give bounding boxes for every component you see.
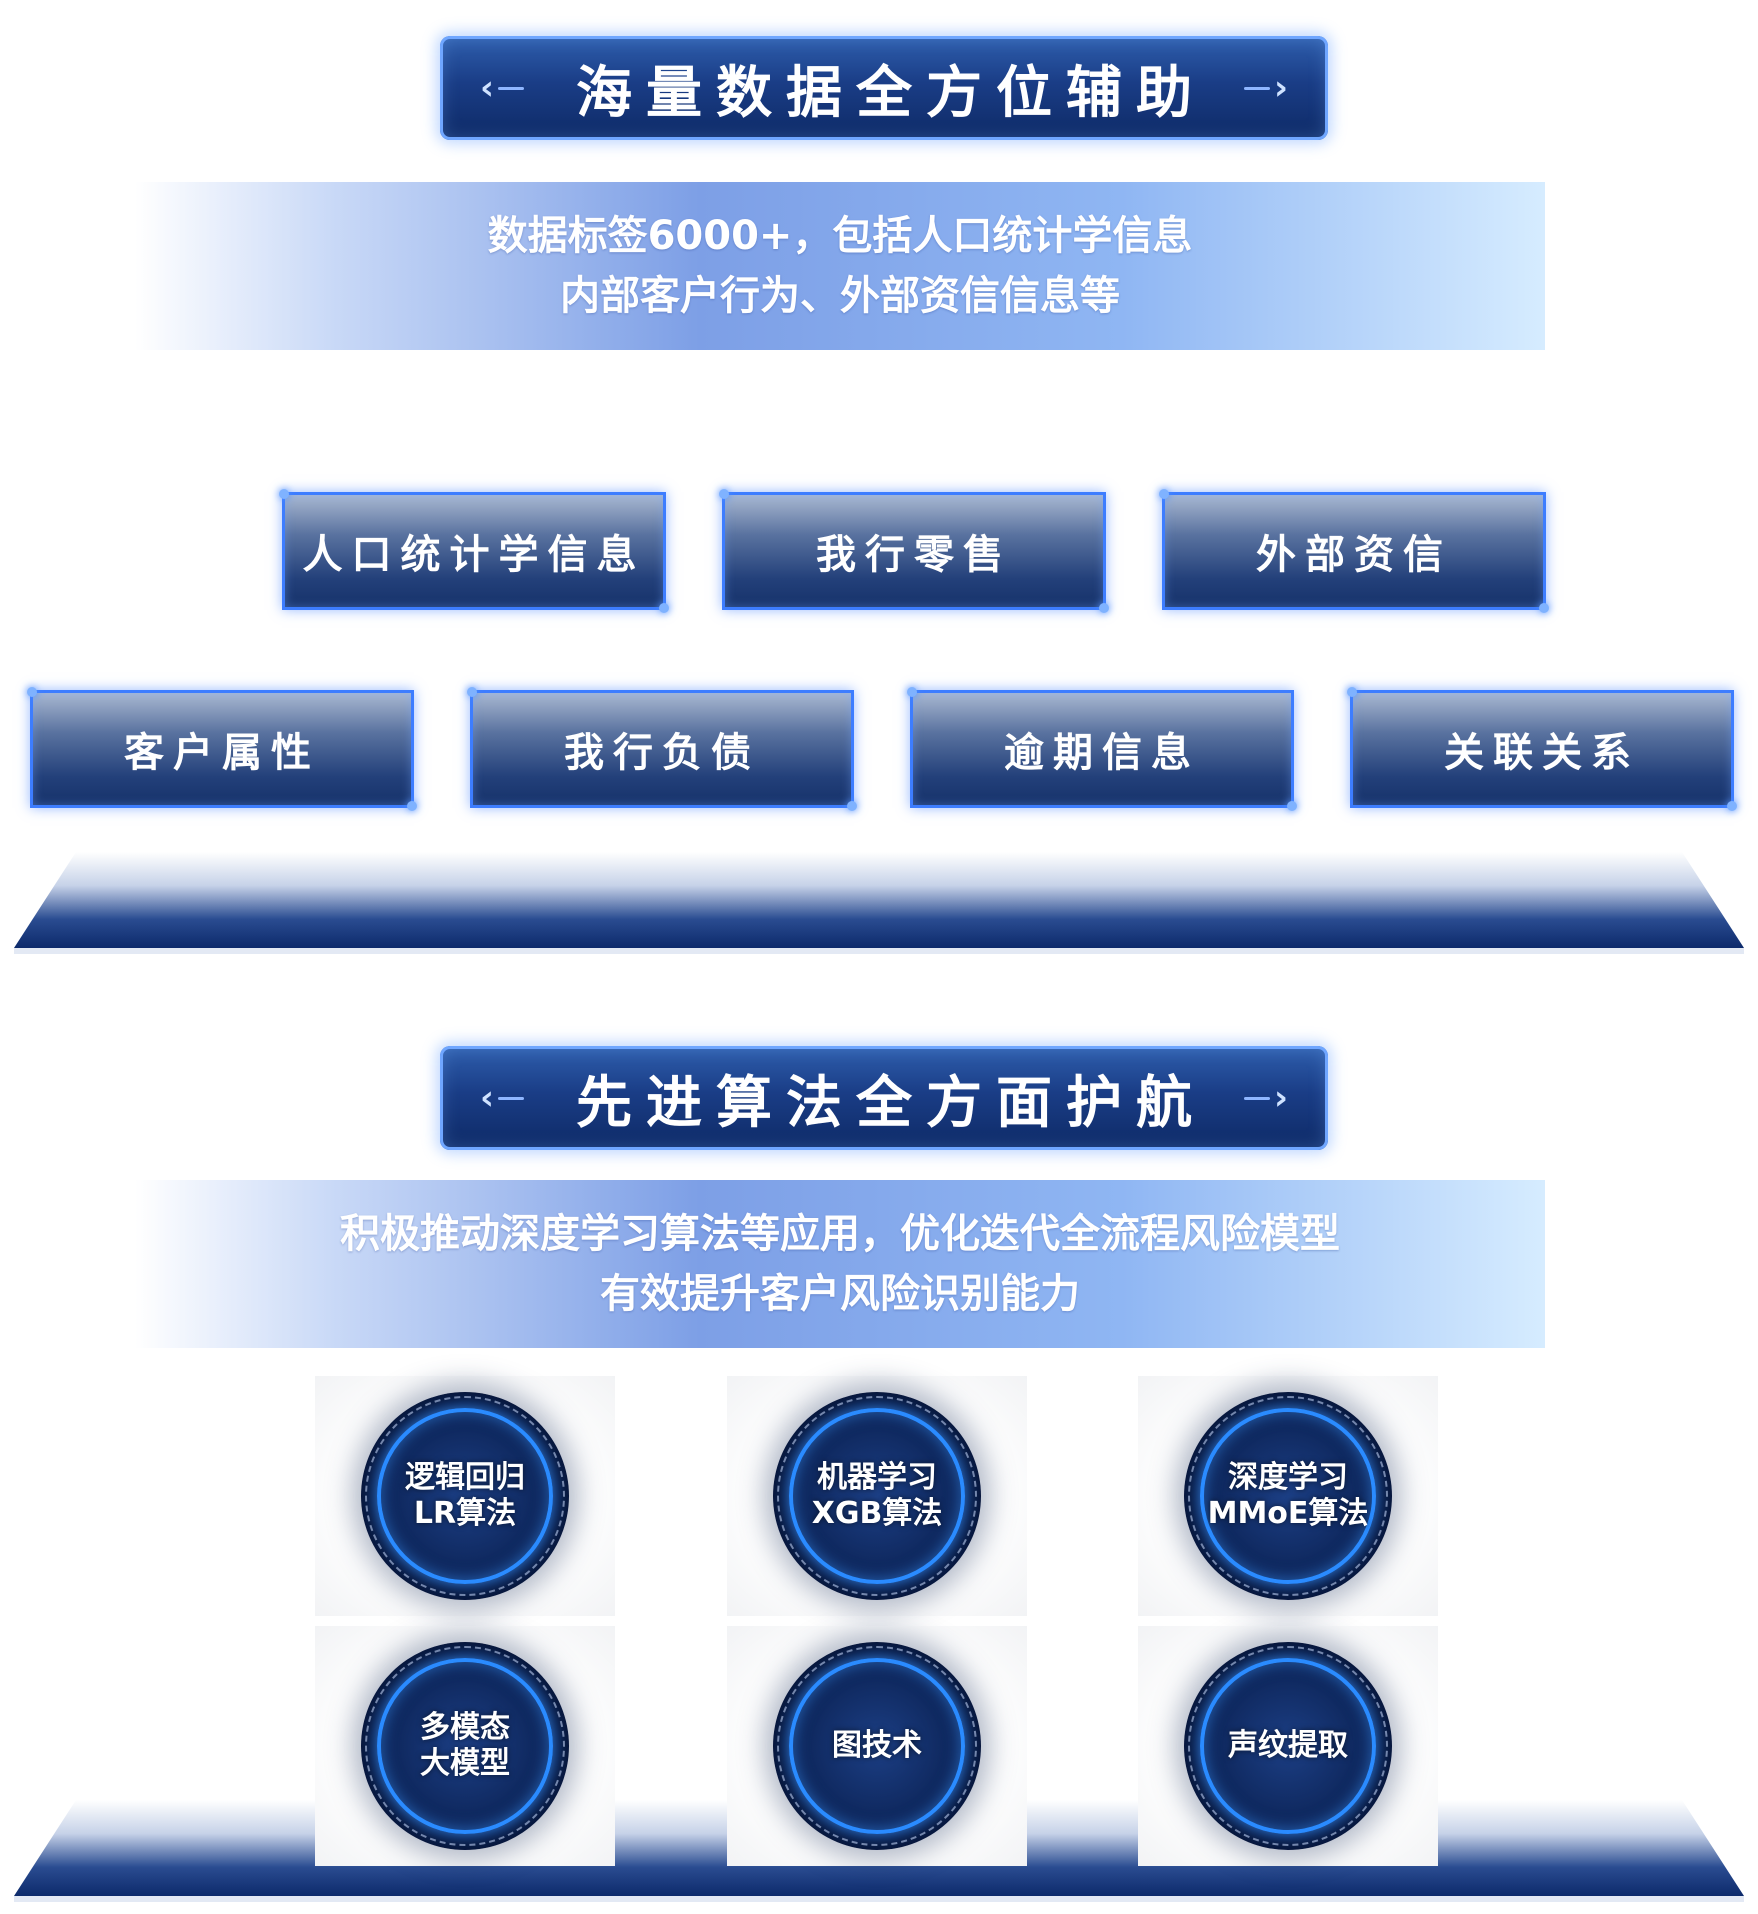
tag-retail: 我行零售 [719, 489, 1109, 613]
algorithm-label: 逻辑回归 LR算法 [405, 1460, 525, 1531]
algorithm-card: 图技术 [727, 1626, 1027, 1866]
algorithm-card: 深度学习 MMoE算法 [1138, 1376, 1438, 1616]
description-line: 数据标签6000+，包括人口统计学信息 [487, 213, 1193, 259]
tag-demographics: 人口统计学信息 [279, 489, 669, 613]
algorithm-card: 多模态 大模型 [315, 1626, 615, 1866]
algorithm-orb-icon: 深度学习 MMoE算法 [1184, 1392, 1392, 1600]
tag-label: 我行负债 [564, 730, 760, 776]
tag-label: 我行零售 [816, 532, 1012, 578]
tag-label: 外部资信 [1256, 532, 1452, 578]
section-title: 先进算法全方面护航 [576, 1070, 1206, 1136]
algorithm-orb-icon: 声纹提取 [1184, 1642, 1392, 1850]
algorithm-orb-icon: 机器学习 XGB算法 [773, 1392, 981, 1600]
algorithm-card: 逻辑回归 LR算法 [315, 1376, 615, 1616]
algorithm-label: 深度学习 MMoE算法 [1207, 1460, 1369, 1531]
algorithm-label: 图技术 [832, 1728, 922, 1763]
tag-liabilities: 我行负债 [467, 687, 857, 811]
section-title-banner-algorithms: ‹ 先进算法全方面护航 › [440, 1046, 1328, 1150]
tag-label: 逾期信息 [1004, 730, 1200, 776]
chevron-right-icon: › [1243, 1078, 1288, 1118]
chevron-left-icon: ‹ [480, 1078, 525, 1118]
section-description: 积极推动深度学习算法等应用，优化迭代全流程风险模型 有效提升客户风险识别能力 [135, 1180, 1545, 1348]
section-description: 数据标签6000+，包括人口统计学信息 内部客户行为、外部资信信息等 [135, 182, 1545, 350]
algorithm-card: 声纹提取 [1138, 1626, 1438, 1866]
algorithm-label: 声纹提取 [1228, 1728, 1348, 1763]
platform-base [14, 852, 1744, 954]
description-line: 内部客户行为、外部资信信息等 [560, 273, 1120, 319]
tag-relations: 关联关系 [1347, 687, 1737, 811]
description-line: 有效提升客户风险识别能力 [600, 1271, 1080, 1317]
section-title-banner-data: ‹ 海量数据全方位辅助 › [440, 36, 1328, 140]
algorithm-orb-icon: 图技术 [773, 1642, 981, 1850]
algorithm-orb-icon: 多模态 大模型 [361, 1642, 569, 1850]
chevron-left-icon: ‹ [480, 68, 525, 108]
tag-label: 客户属性 [124, 730, 320, 776]
algorithm-label: 机器学习 XGB算法 [811, 1460, 943, 1531]
chevron-right-icon: › [1243, 68, 1288, 108]
section-title: 海量数据全方位辅助 [576, 60, 1206, 126]
tag-overdue: 逾期信息 [907, 687, 1297, 811]
tag-customer-attributes: 客户属性 [27, 687, 417, 811]
tag-label: 关联关系 [1444, 730, 1640, 776]
algorithm-orb-icon: 逻辑回归 LR算法 [361, 1392, 569, 1600]
description-line: 积极推动深度学习算法等应用，优化迭代全流程风险模型 [340, 1211, 1340, 1257]
tag-external-credit: 外部资信 [1159, 489, 1549, 613]
page: ‹ 海量数据全方位辅助 › 数据标签6000+，包括人口统计学信息 内部客户行为… [0, 0, 1758, 1914]
algorithm-card: 机器学习 XGB算法 [727, 1376, 1027, 1616]
algorithm-label: 多模态 大模型 [420, 1710, 510, 1781]
tag-label: 人口统计学信息 [302, 532, 646, 578]
